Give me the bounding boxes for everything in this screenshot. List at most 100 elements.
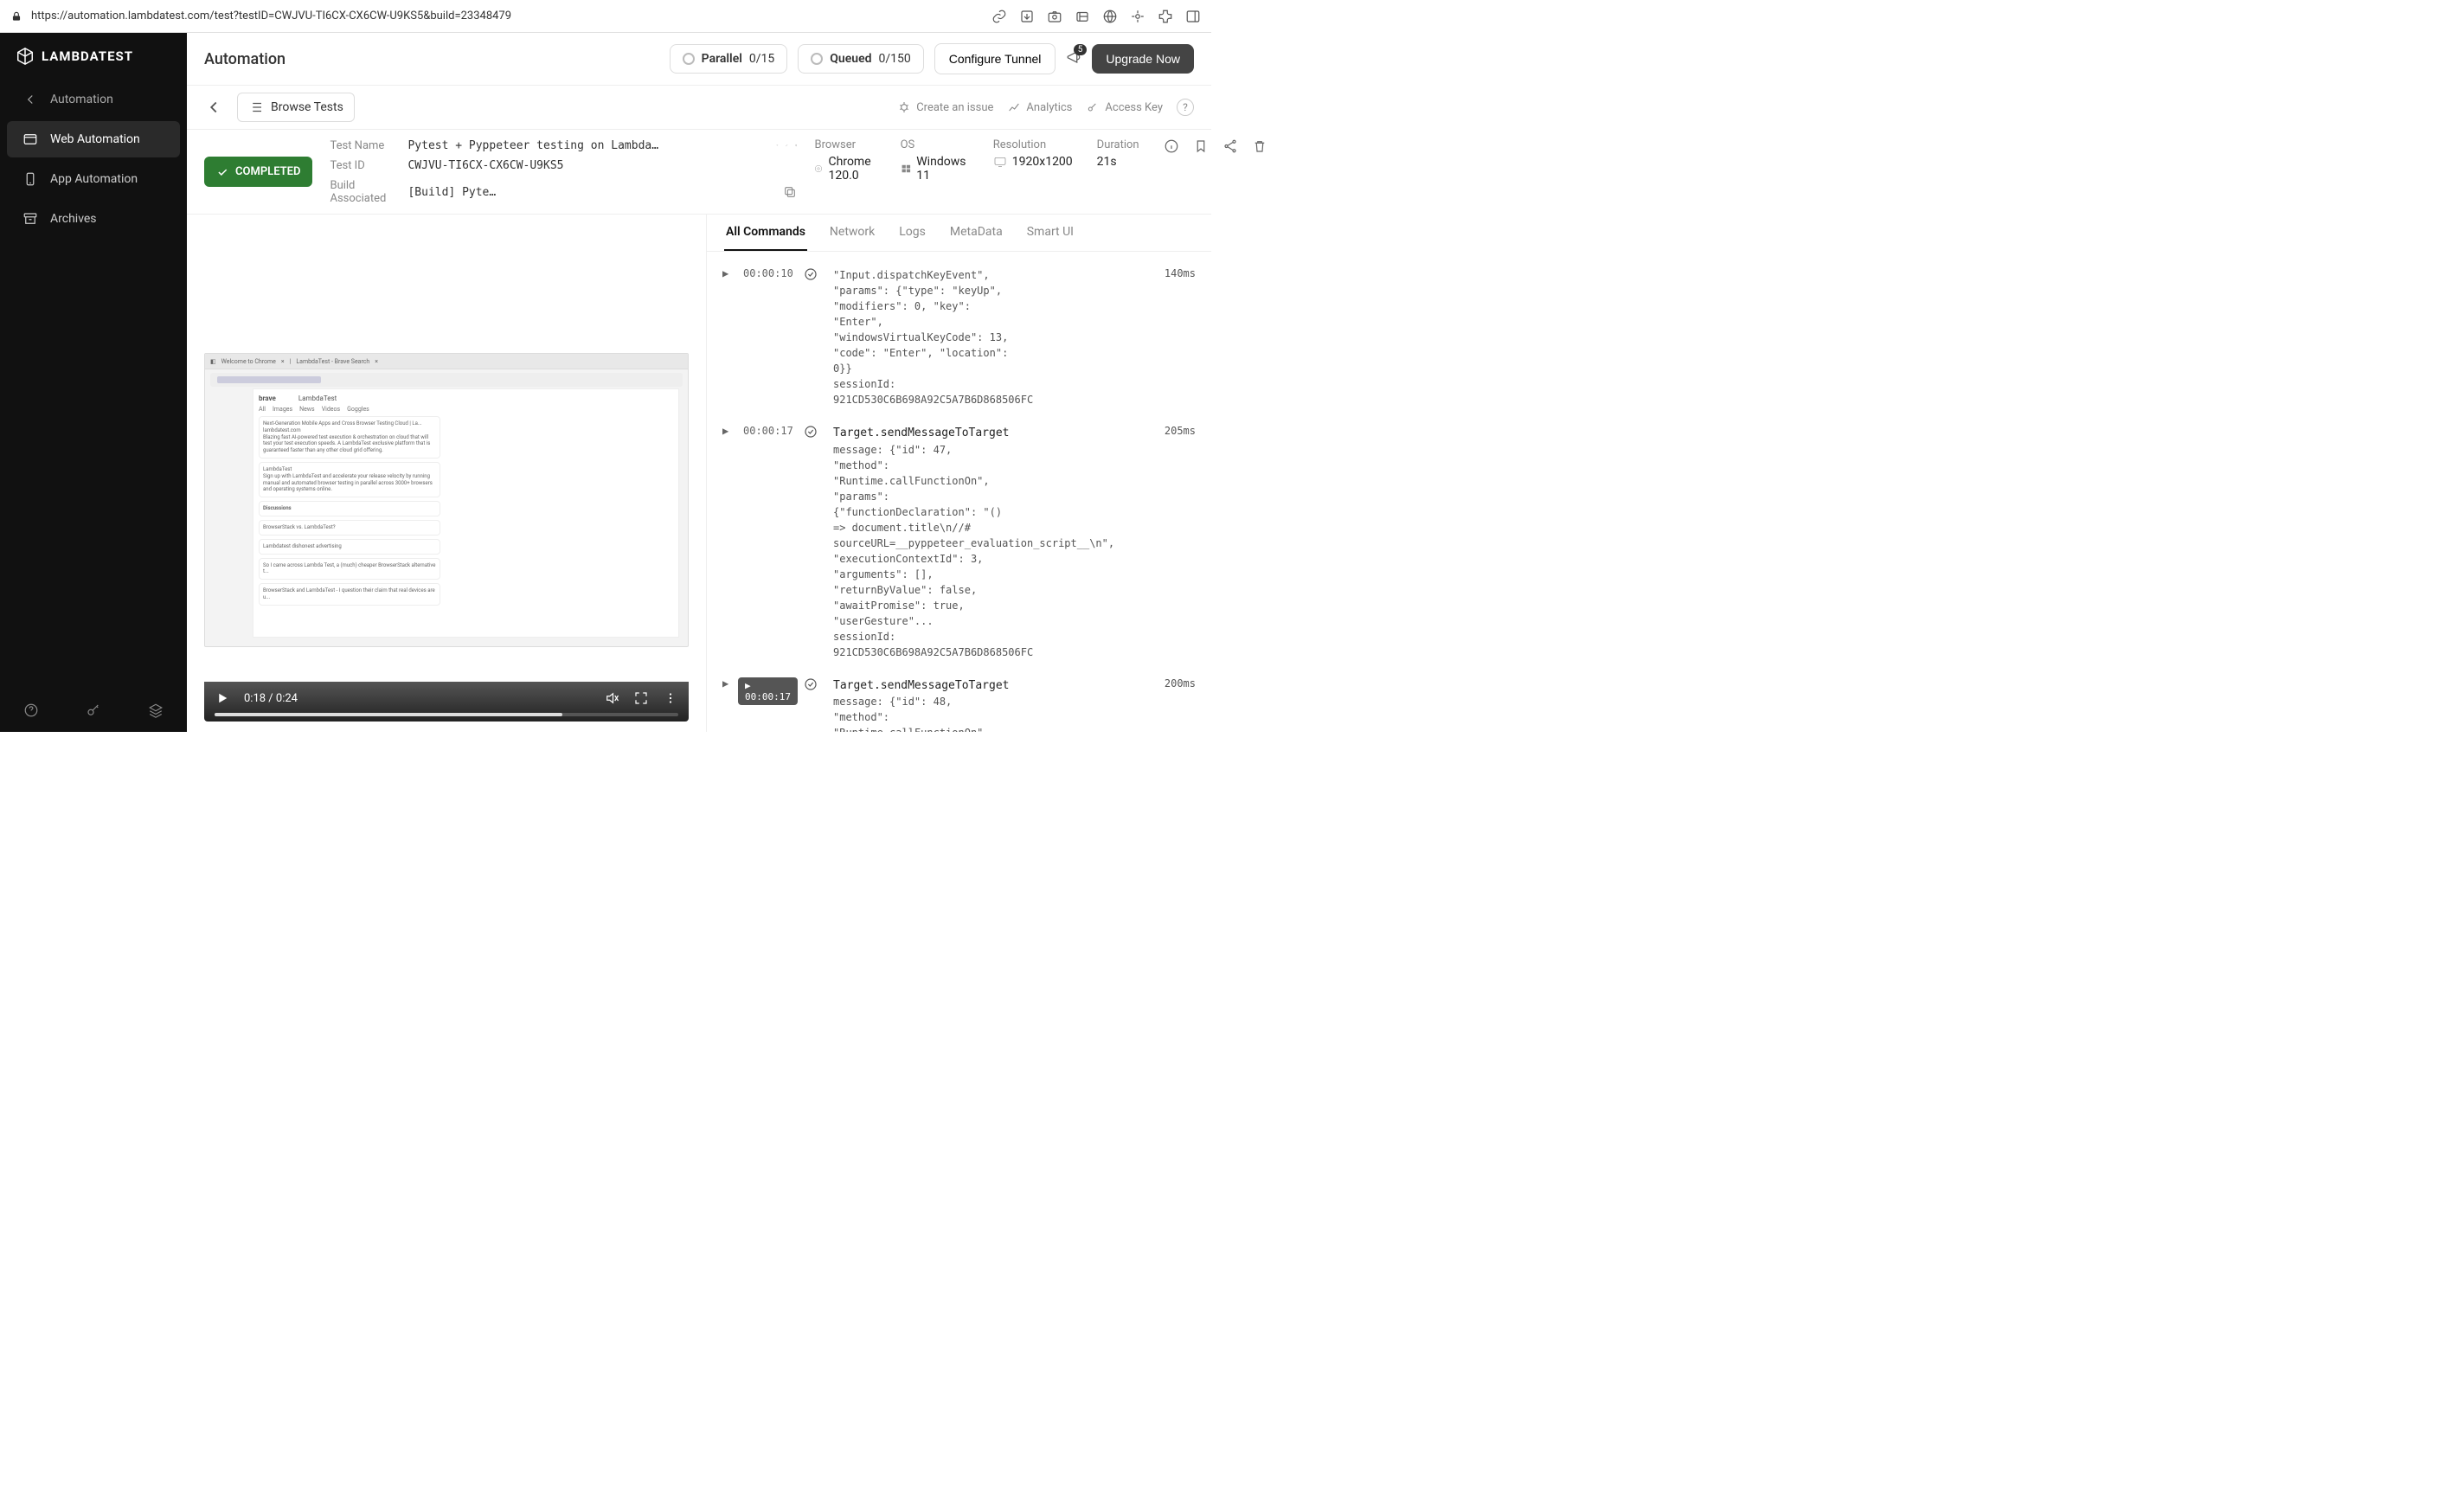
list-icon: [248, 99, 264, 115]
video-controls: 0:18 / 0:24: [204, 682, 689, 722]
tab-metadata[interactable]: MetaData: [948, 215, 1004, 251]
globe-icon[interactable]: [1102, 9, 1118, 24]
status-icon: [804, 425, 825, 441]
create-issue-label: Create an issue: [916, 101, 993, 114]
key-icon[interactable]: [86, 702, 101, 718]
layers-icon[interactable]: [148, 702, 164, 718]
parallel-value: 0/15: [749, 52, 774, 66]
resolution-field: Resolution 1920x1200: [993, 138, 1073, 169]
sidebar-item-label: Archives: [50, 212, 97, 226]
sidebar-item-label: Web Automation: [50, 132, 140, 146]
command-duration: 140ms: [1144, 267, 1196, 279]
bookmark-icon[interactable]: [1193, 138, 1209, 154]
browser-value: Chrome 120.0: [829, 155, 876, 183]
archive-icon: [22, 211, 38, 227]
command-body: "Input.dispatchKeyEvent", "params": {"ty…: [833, 267, 1135, 407]
edit-icon[interactable]: [786, 138, 788, 152]
play-icon[interactable]: [215, 690, 230, 706]
command-list[interactable]: ▶ 00:00:10 "Input.dispatchKeyEvent", "para…: [707, 252, 1211, 732]
tab-smart-ui[interactable]: Smart UI: [1025, 215, 1075, 251]
more-icon[interactable]: [663, 690, 678, 706]
expand-icon[interactable]: ▶: [722, 677, 735, 689]
sidebar-nav-automation[interactable]: Automation: [7, 81, 180, 118]
browser-label: Browser: [814, 138, 876, 151]
sidebar-item-app-automation[interactable]: App Automation: [7, 161, 180, 197]
command-timestamp: ▶ 00:00:17: [743, 677, 795, 705]
camera-icon[interactable]: [1047, 9, 1062, 24]
command-duration: 200ms: [1144, 677, 1196, 689]
browse-tests-button[interactable]: Browse Tests: [237, 93, 355, 122]
check-icon: [216, 166, 228, 178]
command-timestamp: 00:00:17: [743, 425, 795, 437]
share-icon[interactable]: [1222, 138, 1238, 154]
notifications-button[interactable]: 5: [1066, 49, 1081, 68]
expand-icon[interactable]: ▶: [722, 267, 735, 279]
test-id-value: CWJVU-TI6CX-CX6CW-U9KS5: [407, 159, 767, 172]
save-icon[interactable]: [1019, 9, 1035, 24]
command-duration: 205ms: [1144, 425, 1196, 437]
test-id-label: Test ID: [330, 159, 399, 172]
configure-tunnel-button[interactable]: Configure Tunnel: [934, 43, 1056, 74]
mute-icon[interactable]: [604, 690, 619, 706]
page-title: Automation: [204, 50, 659, 68]
command-row[interactable]: ▶ 00:00:17 Target.sendMessageToTargetmessa…: [717, 416, 1201, 669]
target-icon[interactable]: [1130, 9, 1145, 24]
access-key-link[interactable]: Access Key: [1086, 100, 1163, 114]
sidebar-item-archives[interactable]: Archives: [7, 201, 180, 237]
help-button[interactable]: ?: [1177, 99, 1194, 116]
queued-pill[interactable]: Queued 0/150: [798, 44, 923, 74]
command-row[interactable]: ▶ 00:00:10 "Input.dispatchKeyEvent", "para…: [717, 259, 1201, 416]
browser-address-bar: https://automation.lambdatest.com/test?t…: [0, 0, 1211, 33]
create-issue-link[interactable]: Create an issue: [897, 100, 993, 114]
extension-icon[interactable]: [1158, 9, 1173, 24]
back-button[interactable]: [204, 98, 223, 117]
panel-icon[interactable]: [1185, 9, 1201, 24]
command-timestamp: 00:00:10: [743, 267, 795, 279]
tab-logs[interactable]: Logs: [897, 215, 927, 251]
delete-icon[interactable]: [1252, 138, 1267, 154]
os-value: Windows 11: [916, 155, 969, 183]
video-pane: ◧Welcome to Chrome×|LambdaTest - Brave S…: [187, 215, 706, 732]
logo-icon: [16, 47, 35, 66]
upgrade-button[interactable]: Upgrade Now: [1092, 44, 1194, 74]
chevron-left-icon: [22, 92, 38, 107]
resolution-label: Resolution: [993, 138, 1073, 151]
sidebar-item-label: App Automation: [50, 172, 138, 186]
command-body: Target.sendMessageToTargetmessage: {"id"…: [833, 425, 1135, 660]
info-icon[interactable]: [1164, 138, 1179, 154]
browser-window-icon: [22, 131, 38, 147]
brand-logo[interactable]: LAMBDATEST: [0, 33, 187, 80]
help-icon[interactable]: [23, 702, 39, 718]
os-field: OS Windows 11: [901, 138, 969, 183]
queued-label: Queued: [830, 52, 871, 66]
sidebar-nav-label: Automation: [50, 93, 113, 106]
folder-icon[interactable]: [1075, 9, 1090, 24]
expand-icon[interactable]: ▶: [722, 425, 735, 437]
status-text: COMPLETED: [235, 165, 300, 178]
analytics-link[interactable]: Analytics: [1007, 100, 1072, 114]
commands-pane: All Commands Network Logs MetaData Smart…: [706, 215, 1211, 732]
sub-nav: Browse Tests Create an issue Analytics A…: [187, 85, 1211, 129]
parallel-label: Parallel: [702, 52, 742, 66]
parallel-pill[interactable]: Parallel 0/15: [670, 44, 788, 74]
test-name-label: Test Name: [330, 139, 399, 152]
status-dot-icon: [683, 53, 695, 65]
tab-network[interactable]: Network: [828, 215, 876, 251]
copy-icon[interactable]: [795, 138, 798, 152]
command-row[interactable]: ▶▶ 00:00:17Target.sendMessageToTargetmes…: [717, 669, 1201, 733]
bug-icon: [897, 100, 911, 114]
status-icon: [804, 677, 825, 694]
duration-label: Duration: [1097, 138, 1139, 151]
queued-value: 0/150: [879, 52, 911, 66]
video-preview[interactable]: ◧Welcome to Chrome×|LambdaTest - Brave S…: [204, 353, 689, 647]
filter-icon[interactable]: [776, 138, 779, 152]
sidebar-item-web-automation[interactable]: Web Automation: [7, 121, 180, 157]
build-value: [Build] Pyte…: [407, 186, 767, 199]
tab-all-commands[interactable]: All Commands: [724, 215, 807, 251]
url-text[interactable]: https://automation.lambdatest.com/test?t…: [31, 10, 983, 22]
copy-icon[interactable]: [783, 185, 797, 199]
fullscreen-icon[interactable]: [633, 690, 649, 706]
link-icon[interactable]: [991, 9, 1007, 24]
chrome-icon: [814, 162, 823, 176]
video-progress[interactable]: [215, 713, 678, 716]
